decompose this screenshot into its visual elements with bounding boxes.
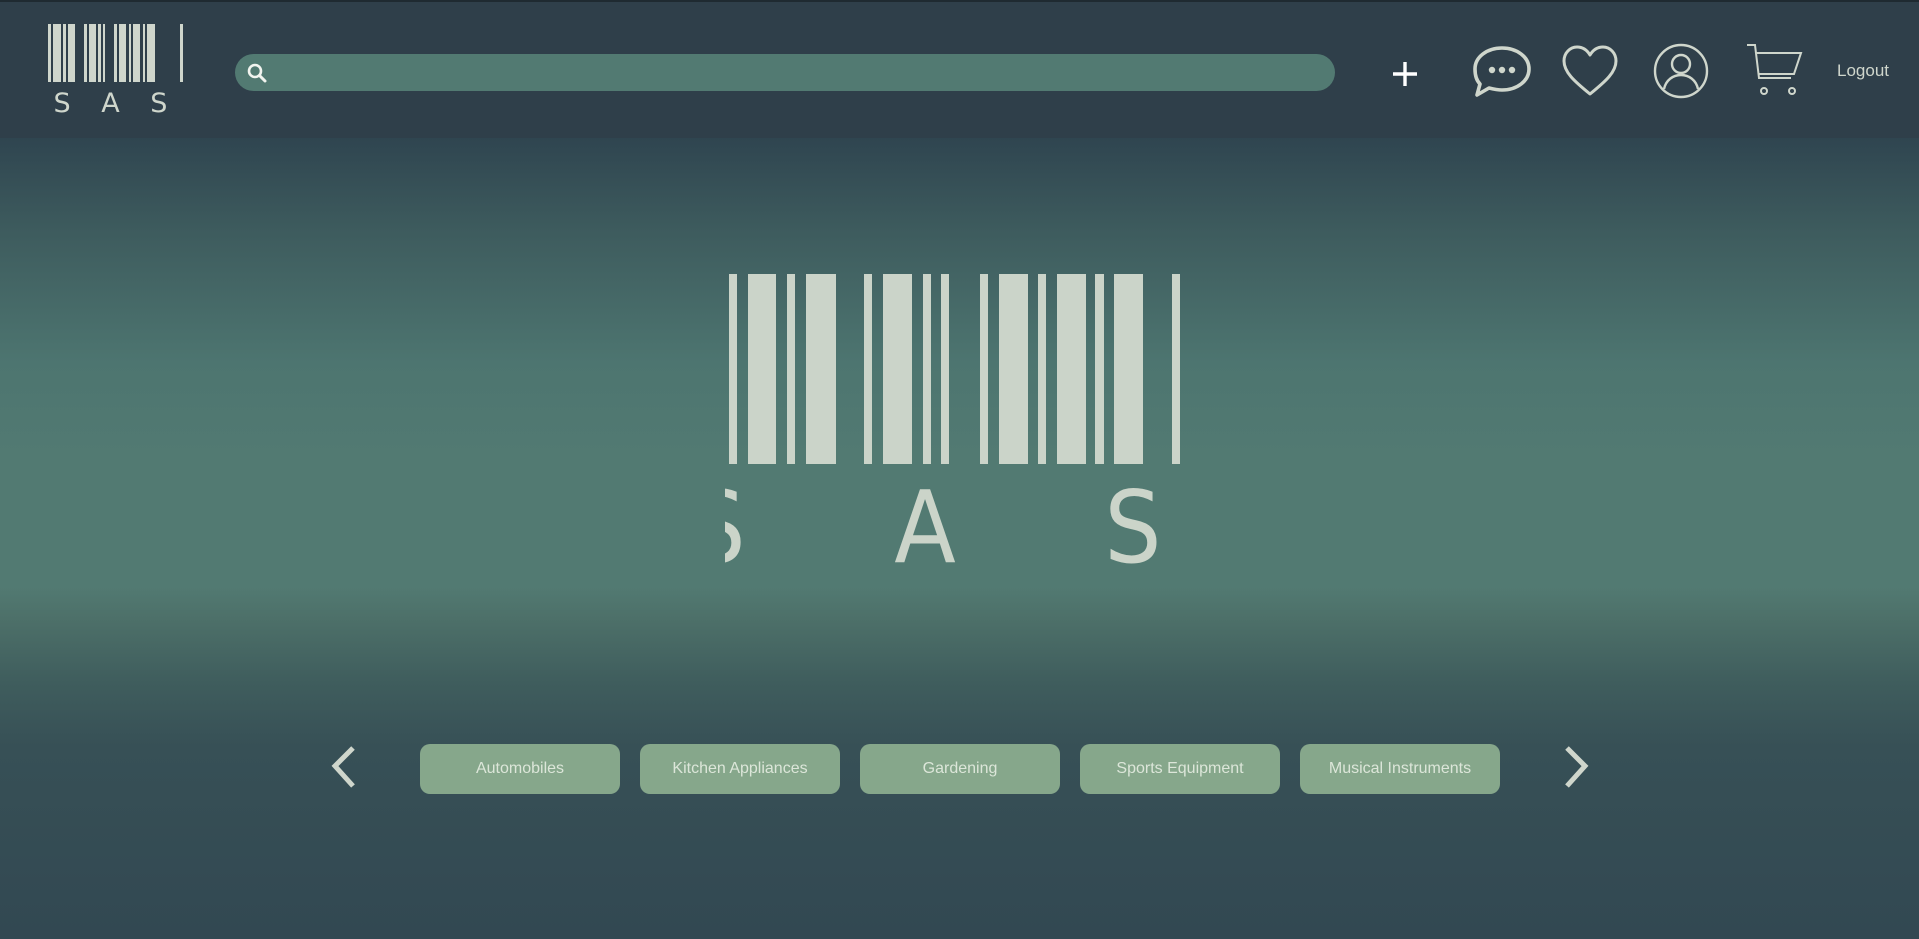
search-icon xyxy=(247,63,267,83)
cart-icon[interactable] xyxy=(1745,42,1803,98)
top-navigation-bar: S A S Logout xyxy=(0,0,1919,138)
search-bar[interactable] xyxy=(235,54,1335,93)
search-input[interactable] xyxy=(275,54,1319,93)
heart-icon[interactable] xyxy=(1560,44,1620,98)
chat-bubble-icon[interactable] xyxy=(1471,44,1533,98)
category-pill-automobiles[interactable]: Automobiles xyxy=(420,744,620,794)
sas-logo-text: S A S xyxy=(54,88,179,116)
category-next-arrow[interactable] xyxy=(1555,742,1595,792)
user-icon[interactable] xyxy=(1652,42,1710,100)
category-pill-gardening[interactable]: Gardening xyxy=(860,744,1060,794)
plus-icon[interactable] xyxy=(1391,60,1419,88)
category-prev-arrow[interactable] xyxy=(325,742,365,792)
category-pill-sports-equipment[interactable]: Sports Equipment xyxy=(1080,744,1280,794)
sas-logo[interactable]: S A S xyxy=(48,24,184,116)
category-pill-musical-instruments[interactable]: Musical Instruments xyxy=(1300,744,1500,794)
hero-sas-logo-text: S A S xyxy=(725,469,1185,572)
hero-sas-logo: S A S xyxy=(725,274,1185,572)
category-pill-kitchen-appliances[interactable]: Kitchen Appliances xyxy=(640,744,840,794)
logout-link[interactable]: Logout xyxy=(1837,61,1889,81)
